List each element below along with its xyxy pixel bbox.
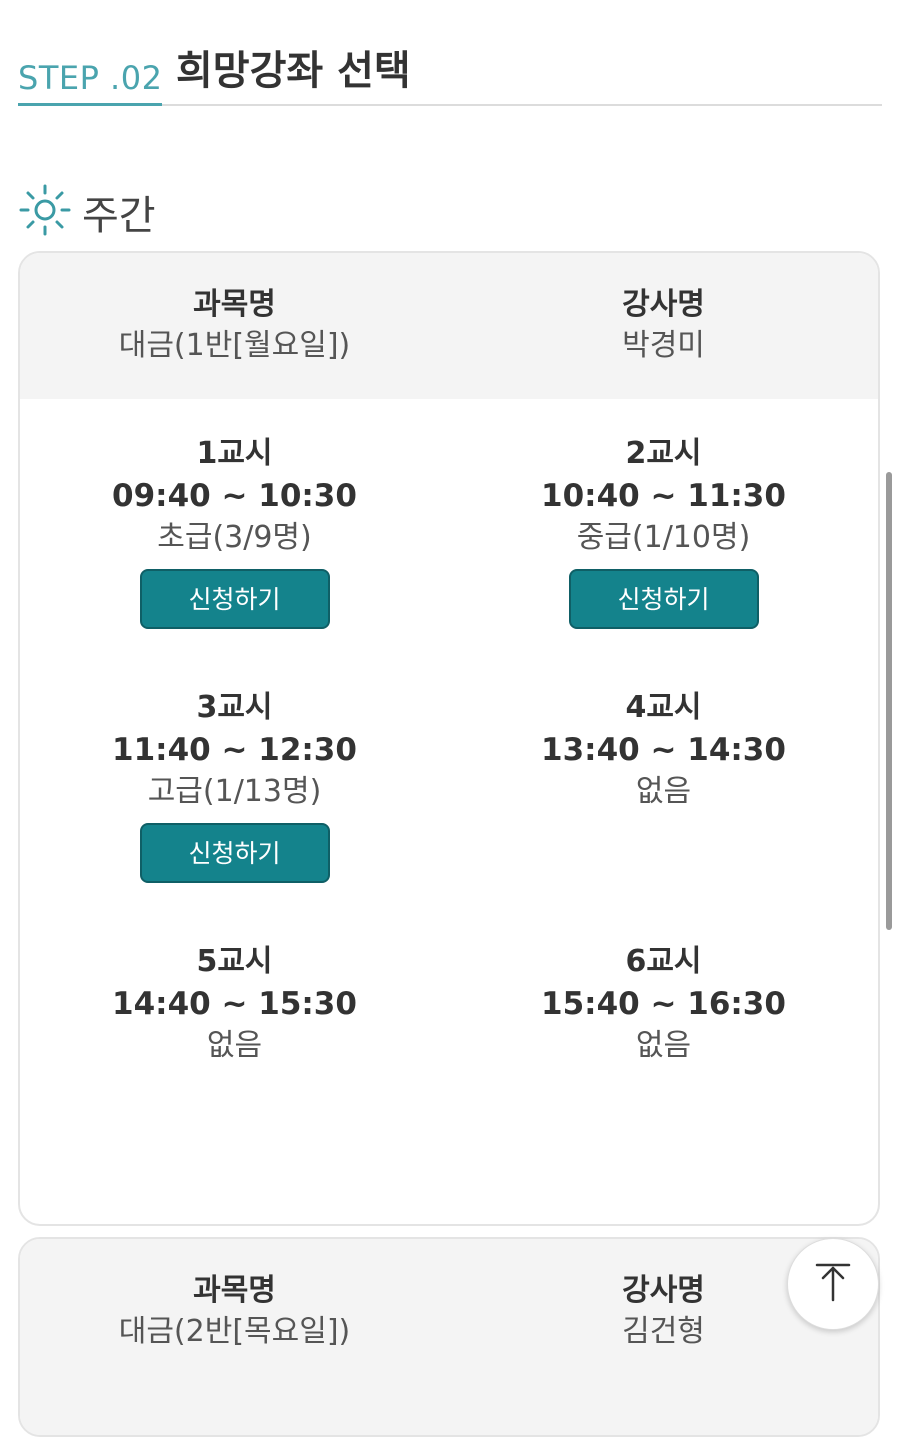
period-status: 없음 [206,1028,263,1063]
period-time: 13:40 ~ 14:30 [541,732,786,768]
period-name: 2교시 [625,436,702,471]
period-status: 없음 [635,1028,692,1063]
apply-button[interactable]: 신청하기 [568,569,759,629]
period-4: 4교시 13:40 ~ 14:30 없음 [449,687,878,941]
period-1: 1교시 09:40 ~ 10:30 초급(3/9명) 신청하기 [20,433,449,687]
course-card-header: 과목명 대금(2반[목요일]) 강사명 김건형 [20,1239,878,1435]
course-card: 과목명 대금(2반[목요일]) 강사명 김건형 [18,1237,880,1437]
instructor-label: 강사명 [622,287,705,322]
period-time: 14:40 ~ 15:30 [112,986,357,1022]
period-2: 2교시 10:40 ~ 11:30 중급(1/10명) 신청하기 [449,433,878,687]
subject-label: 과목명 [193,1273,276,1308]
period-time: 09:40 ~ 10:30 [112,478,357,514]
period-time: 15:40 ~ 16:30 [541,986,786,1022]
subject-column: 과목명 대금(1반[월요일]) [20,285,449,367]
period-name: 4교시 [625,690,702,725]
instructor-column: 강사명 박경미 [449,285,878,367]
apply-button[interactable]: 신청하기 [139,569,330,629]
period-name: 3교시 [196,690,273,725]
course-card: 과목명 대금(1반[월요일]) 강사명 박경미 1교시 09:40 ~ 10:3… [18,251,880,1226]
scrollbar[interactable] [886,472,892,930]
period-grid: 1교시 09:40 ~ 10:30 초급(3/9명) 신청하기 2교시 10:4… [20,399,878,1195]
period-5: 5교시 14:40 ~ 15:30 없음 [20,941,449,1195]
period-status: 초급(3/9명) [157,520,312,555]
instructor-value: 박경미 [622,328,705,363]
period-6: 6교시 15:40 ~ 16:30 없음 [449,941,878,1195]
period-3: 3교시 11:40 ~ 12:30 고급(1/13명) 신청하기 [20,687,449,941]
period-time: 10:40 ~ 11:30 [541,478,786,514]
subject-column: 과목명 대금(2반[목요일]) [20,1271,449,1353]
subject-value: 대금(2반[목요일]) [118,1314,351,1349]
subject-value: 대금(1반[월요일]) [118,328,351,363]
step-header: STEP .02 희망강좌 선택 [18,28,882,106]
period-status: 중급(1/10명) [576,520,751,555]
period-status: 없음 [635,774,692,809]
page-title: 희망강좌 선택 [176,48,411,94]
course-card-header: 과목명 대금(1반[월요일]) 강사명 박경미 [20,253,878,399]
period-status: 고급(1/13명) [147,774,322,809]
apply-button[interactable]: 신청하기 [139,823,330,883]
sun-icon [18,183,72,241]
subject-label: 과목명 [193,287,276,322]
arrow-up-icon [811,1260,855,1308]
period-name: 6교시 [625,944,702,979]
scroll-top-button[interactable] [787,1238,879,1330]
step-label: STEP .02 [18,59,163,106]
period-time: 11:40 ~ 12:30 [112,732,357,768]
period-name: 5교시 [196,944,273,979]
period-name: 1교시 [196,436,273,471]
section-title-text: 주간 [82,193,156,239]
section-title: 주간 [18,184,156,240]
